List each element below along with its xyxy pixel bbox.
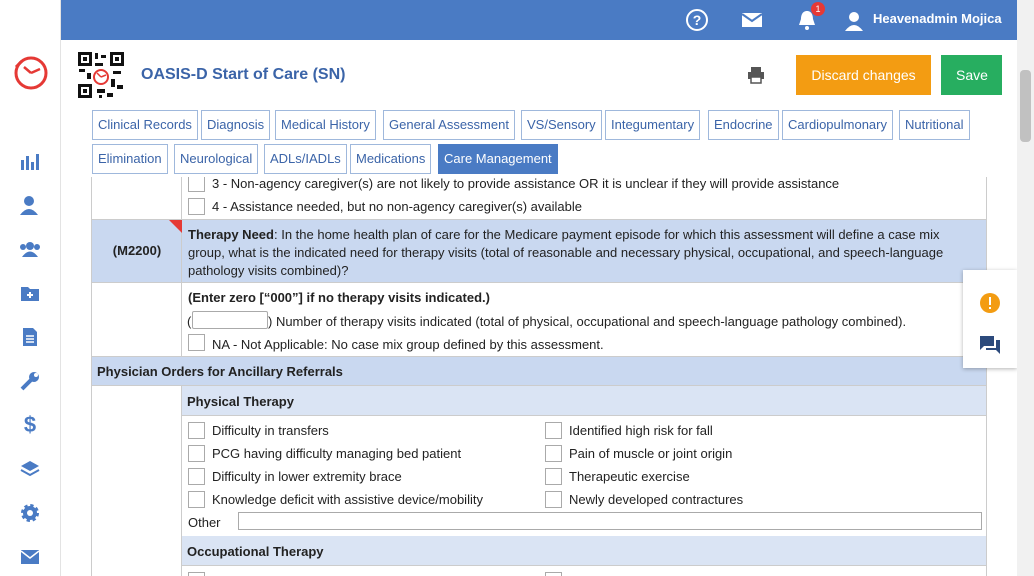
pt-option: Difficulty in lower extremity brace	[212, 469, 402, 484]
alert-icon[interactable]	[980, 293, 1000, 313]
tab-elimination[interactable]: Elimination	[92, 144, 168, 174]
other-input[interactable]	[238, 512, 982, 530]
tab-vs-sensory[interactable]: VS/Sensory	[521, 110, 602, 140]
question-text: group, what is the indicated need for th…	[188, 245, 944, 260]
physical-therapy-block: Physical Therapy Difficulty in transfers…	[92, 386, 986, 576]
sidebar: $	[0, 0, 61, 576]
tab-integumentary[interactable]: Integumentary	[605, 110, 701, 140]
pt-heading: Physical Therapy	[182, 386, 986, 416]
save-button[interactable]: Save	[941, 55, 1002, 95]
section-heading: Physician Orders for Ancillary Referrals	[97, 364, 343, 379]
page-title: OASIS-D Start of Care (SN)	[141, 66, 346, 83]
folder-plus-icon[interactable]	[17, 282, 43, 304]
checkbox[interactable]	[188, 491, 205, 508]
flag-marker	[169, 220, 182, 233]
user-name[interactable]: Heavenadmin Mojica	[873, 11, 1002, 26]
clock-logo-icon[interactable]	[13, 55, 49, 91]
checkbox[interactable]	[545, 572, 562, 576]
other-label: Other	[188, 515, 221, 530]
tab-cardiopulmonary[interactable]: Cardiopulmonary	[782, 110, 893, 140]
checkbox[interactable]	[188, 177, 205, 192]
paren-open: (	[187, 314, 192, 329]
checkbox[interactable]	[188, 422, 205, 439]
user-doctor-icon[interactable]	[17, 194, 43, 216]
question-text: : In the home health plan of care for th…	[273, 227, 940, 242]
visits-label: ) Number of therapy visits indicated (to…	[268, 314, 907, 329]
document-icon[interactable]	[17, 326, 43, 348]
dollar-icon[interactable]: $	[17, 412, 43, 437]
checkbox[interactable]	[545, 491, 562, 508]
layers-icon[interactable]	[17, 458, 43, 480]
item-code: (M2200)	[112, 243, 162, 258]
checkbox[interactable]	[188, 445, 205, 462]
form-content: 3 - Non-agency caregiver(s) are not like…	[91, 177, 987, 576]
checkbox[interactable]	[545, 445, 562, 462]
tab-general-assessment[interactable]: General Assessment	[383, 110, 515, 140]
tab-neurological[interactable]: Neurological	[174, 144, 259, 174]
mail-icon[interactable]	[740, 8, 764, 32]
tab-clinical-records[interactable]: Clinical Records	[92, 110, 198, 140]
gear-icon[interactable]	[17, 502, 43, 524]
therapy-visits-input[interactable]	[192, 311, 268, 329]
checkbox[interactable]	[545, 422, 562, 439]
pt-option: PCG having difficulty managing bed patie…	[212, 446, 462, 461]
page-header: OASIS-D Start of Care (SN) Discard chang…	[61, 40, 1017, 110]
tab-endocrine[interactable]: Endocrine	[708, 110, 779, 140]
chat-icon[interactable]	[979, 335, 1001, 355]
notification-badge: 1	[811, 2, 825, 16]
chart-icon[interactable]	[17, 150, 43, 172]
tab-diagnosis[interactable]: Diagnosis	[201, 110, 271, 140]
mail-icon[interactable]	[17, 546, 43, 568]
checkbox[interactable]	[188, 572, 205, 576]
svg-text:?: ?	[693, 12, 702, 28]
scrollbar-thumb[interactable]	[1020, 70, 1031, 142]
help-icon[interactable]: ?	[685, 8, 709, 32]
page-scrollbar[interactable]	[1017, 0, 1034, 576]
user-icon[interactable]	[842, 9, 866, 33]
tab-medical-history[interactable]: Medical History	[275, 110, 376, 140]
ancillary-heading-row: Physician Orders for Ancillary Referrals	[92, 357, 986, 386]
tab-nutritional[interactable]: Nutritional	[899, 110, 970, 140]
question-text: pathology visits combined)?	[188, 263, 349, 278]
na-label: NA - Not Applicable: No case mix group d…	[212, 337, 604, 352]
checkbox[interactable]	[188, 468, 205, 485]
pt-option: Difficulty in transfers	[212, 423, 329, 438]
checkbox[interactable]	[188, 198, 205, 215]
na-checkbox[interactable]	[188, 334, 205, 351]
pt-option: Pain of muscle or joint origin	[569, 446, 733, 461]
qr-code-icon	[77, 51, 125, 99]
caregiver-options-row: 3 - Non-agency caregiver(s) are not like…	[92, 177, 986, 220]
wrench-icon[interactable]	[17, 370, 43, 392]
pt-option: Identified high risk for fall	[569, 423, 713, 438]
pt-option: Knowledge deficit with assistive device/…	[212, 492, 483, 507]
m2200-question-row: (M2200) Therapy Need: In the home health…	[92, 220, 986, 283]
top-bar: ? 1 Heavenadmin Mojica	[61, 0, 1017, 40]
tab-adls-iadls[interactable]: ADLs/IADLs	[264, 144, 347, 174]
tab-care-management[interactable]: Care Management	[438, 144, 558, 174]
discard-changes-button[interactable]: Discard changes	[796, 55, 931, 95]
m2200-answer-row: (Enter zero [“000”] if no therapy visits…	[92, 283, 986, 357]
ot-heading: Occupational Therapy	[182, 536, 986, 566]
pt-option: Newly developed contractures	[569, 492, 744, 507]
floating-actions	[963, 270, 1017, 368]
instruction-text: (Enter zero [“000”] if no therapy visits…	[188, 290, 490, 305]
users-icon[interactable]	[17, 238, 43, 260]
option-label: 3 - Non-agency caregiver(s) are not like…	[212, 177, 840, 191]
tab-medications[interactable]: Medications	[350, 144, 432, 174]
pt-option: Therapeutic exercise	[569, 469, 690, 484]
option-label: 4 - Assistance needed, but no non-agency…	[212, 199, 582, 214]
print-icon[interactable]	[747, 66, 765, 84]
checkbox[interactable]	[545, 468, 562, 485]
question-title: Therapy Need	[188, 227, 274, 242]
